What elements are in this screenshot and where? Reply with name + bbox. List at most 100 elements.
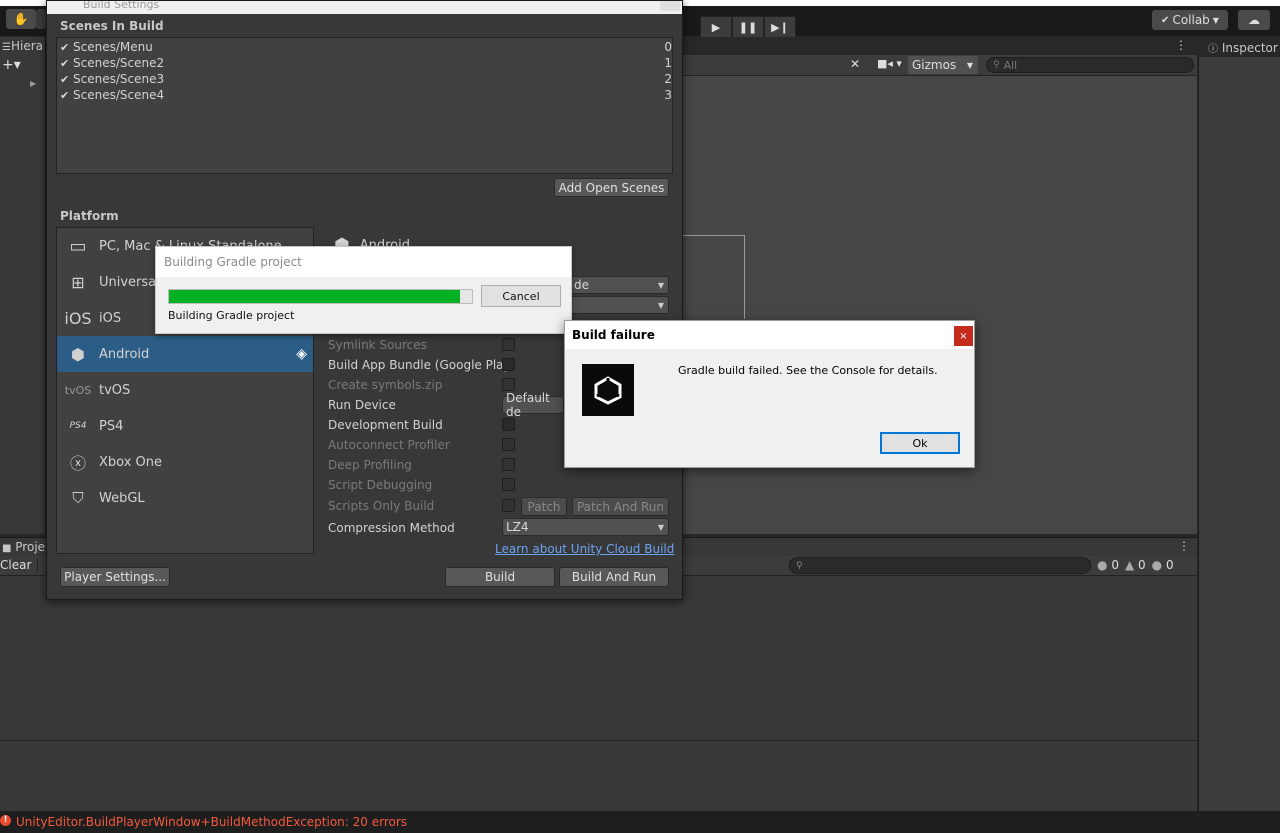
ps4-icon: PS4 — [69, 421, 87, 431]
run-device-dropdown[interactable]: Default de — [502, 391, 564, 419]
platform-label: Xbox One — [99, 454, 163, 470]
option-deep-profiling: Deep Profiling — [328, 458, 412, 472]
hierarchy-tab-label: Hiera — [10, 39, 43, 53]
symlink-sources-checkbox[interactable] — [502, 338, 515, 351]
warning-count: 0 — [1138, 558, 1146, 572]
player-settings-button[interactable]: Player Settings... — [60, 567, 170, 587]
project-tab[interactable]: ■ Proje — [2, 540, 45, 554]
dialog-titlebar[interactable]: Build failure × — [565, 321, 974, 349]
close-icon[interactable] — [660, 1, 680, 11]
option-autoconnect-profiler: Autoconnect Profiler — [328, 438, 450, 452]
pause-button-icon[interactable]: ❚❚ — [732, 16, 764, 38]
dropdown-value: LZ4 — [506, 520, 529, 534]
scene-search-input[interactable]: ⚲ All — [986, 57, 1194, 73]
camera-frame-outline — [682, 235, 745, 319]
list-item[interactable]: ✔ Scenes/Menu 0 — [60, 39, 672, 55]
patch-button[interactable]: Patch — [521, 497, 567, 516]
check-icon[interactable]: ✔ — [60, 89, 73, 102]
xbox-icon: ⓧ — [69, 454, 86, 473]
platform-item-xbox[interactable]: ⓧ Xbox One — [57, 444, 313, 480]
platform-label: iOS — [99, 310, 122, 326]
patch-and-run-button[interactable]: Patch And Run — [572, 497, 669, 516]
scene-tab-bar: ⋮ — [682, 37, 1197, 55]
platform-item-tvos[interactable]: tvOS tvOS — [57, 372, 313, 408]
error-icon: ● — [1097, 558, 1108, 572]
development-build-checkbox[interactable] — [502, 418, 515, 431]
folder-icon: ■ — [2, 543, 12, 554]
search-icon: ⚲ — [993, 60, 1000, 70]
more-menu-icon[interactable]: ⋮ — [1178, 539, 1190, 553]
platform-label: tvOS — [99, 382, 131, 398]
build-app-bundle-checkbox[interactable] — [502, 358, 515, 371]
more-menu-icon[interactable]: ⋮ — [1175, 38, 1187, 52]
compression-method-label: Compression Method — [328, 521, 455, 535]
scripts-only-build-checkbox[interactable] — [502, 499, 515, 512]
tools-icon[interactable]: ✕ — [850, 57, 860, 71]
scene-index: 1 — [664, 56, 672, 70]
list-item[interactable]: ✔ Scenes/Scene2 1 — [60, 55, 672, 71]
progress-dialog: Building Gradle project Cancel Building … — [155, 246, 572, 334]
warning-icon: ▲ — [1124, 558, 1135, 572]
chevron-down-icon: ▼ — [657, 300, 664, 310]
compression-method-dropdown[interactable]: LZ4 ▼ — [502, 518, 669, 536]
ok-button[interactable]: Ok — [880, 432, 960, 454]
add-open-scenes-button[interactable]: Add Open Scenes — [554, 178, 669, 197]
message-filter-toggle[interactable]: ● 0 — [1152, 558, 1174, 572]
tvos-icon: tvOS — [64, 383, 92, 397]
play-button-icon[interactable]: ▶ — [700, 16, 732, 38]
list-item[interactable]: ✔ Scenes/Scene4 3 — [60, 87, 672, 103]
platform-label: WebGL — [99, 490, 145, 506]
check-icon[interactable]: ✔ — [60, 73, 73, 86]
scene-index: 0 — [664, 40, 672, 54]
move-tool-icon[interactable] — [36, 9, 46, 29]
warning-filter-toggle[interactable]: ▲ 0 — [1125, 558, 1146, 572]
platform-item-webgl[interactable]: ⛉ WebGL — [57, 480, 313, 516]
camera-icon[interactable]: ■◂ ▾ — [877, 57, 902, 70]
check-icon[interactable]: ✔ — [60, 57, 73, 70]
progress-status: Building Gradle project — [168, 309, 295, 322]
option-development-build: Development Build — [328, 418, 443, 432]
autoconnect-profiler-checkbox[interactable] — [502, 438, 515, 451]
platform-item-android[interactable]: ⬢ Android ◈ — [57, 336, 313, 372]
windows-icon: ⊞ — [71, 272, 85, 292]
cloud-icon[interactable]: ☁ — [1238, 10, 1270, 30]
dialog-title: Build failure — [572, 328, 655, 342]
console-search-input[interactable]: ⚲ — [789, 557, 1091, 574]
create-symbols-checkbox[interactable] — [502, 378, 515, 391]
add-object-icon[interactable]: +▾ — [2, 57, 21, 73]
console-clear-button[interactable]: Clear — [0, 558, 38, 572]
expand-arrow-icon[interactable]: ▶ — [30, 79, 36, 88]
hierarchy-tab[interactable]: ☰Hiera — [2, 39, 46, 53]
step-button-icon[interactable]: ▶❙ — [764, 16, 796, 38]
inspector-tab[interactable]: ⓘ Inspector — [1198, 37, 1280, 57]
check-icon[interactable]: ✔ — [60, 41, 73, 54]
platform-item-ps4[interactable]: PS4 PS4 — [57, 408, 313, 444]
message-count: 0 — [1165, 558, 1174, 572]
ios-icon: iOS — [64, 308, 92, 328]
html5-icon: ⛉ — [72, 489, 84, 507]
hand-tool-icon[interactable]: ✋ — [6, 9, 36, 29]
deep-profiling-checkbox[interactable] — [502, 458, 515, 471]
build-button[interactable]: Build — [445, 567, 555, 587]
cancel-button[interactable]: Cancel — [481, 285, 561, 307]
scene-list[interactable]: ✔ Scenes/Menu 0 ✔ Scenes/Scene2 1 ✔ Scen… — [56, 37, 673, 174]
unity-logo-icon — [582, 364, 634, 416]
status-bar[interactable]: UnityEditor.BuildPlayerWindow+BuildMetho… — [0, 811, 1280, 833]
build-and-run-button[interactable]: Build And Run — [559, 567, 669, 587]
list-item[interactable]: ✔ Scenes/Scene3 2 — [60, 71, 672, 87]
collab-button[interactable]: ✔ Collab ▼ — [1152, 10, 1228, 30]
hierarchy-panel: ☰Hiera +▾ ▶ — [0, 37, 46, 534]
cloud-build-link[interactable]: Learn about Unity Cloud Build — [495, 542, 674, 556]
scene-name: Scenes/Scene4 — [73, 88, 165, 102]
project-tab-label: Proje — [15, 540, 46, 554]
option-run-device: Run Device — [328, 398, 396, 412]
window-titlebar[interactable]: Build Settings — [47, 1, 682, 14]
play-controls: ▶ ❚❚ ▶❙ — [700, 16, 796, 38]
close-icon[interactable]: × — [954, 326, 973, 346]
platform-header: Platform — [60, 209, 119, 223]
gizmos-dropdown[interactable]: Gizmos ▼ — [908, 56, 978, 74]
window-title: Build Settings — [83, 1, 160, 11]
progress-bar-fill — [169, 290, 460, 303]
script-debugging-checkbox[interactable] — [502, 478, 515, 491]
error-filter-toggle[interactable]: ● 0 — [1097, 558, 1119, 572]
